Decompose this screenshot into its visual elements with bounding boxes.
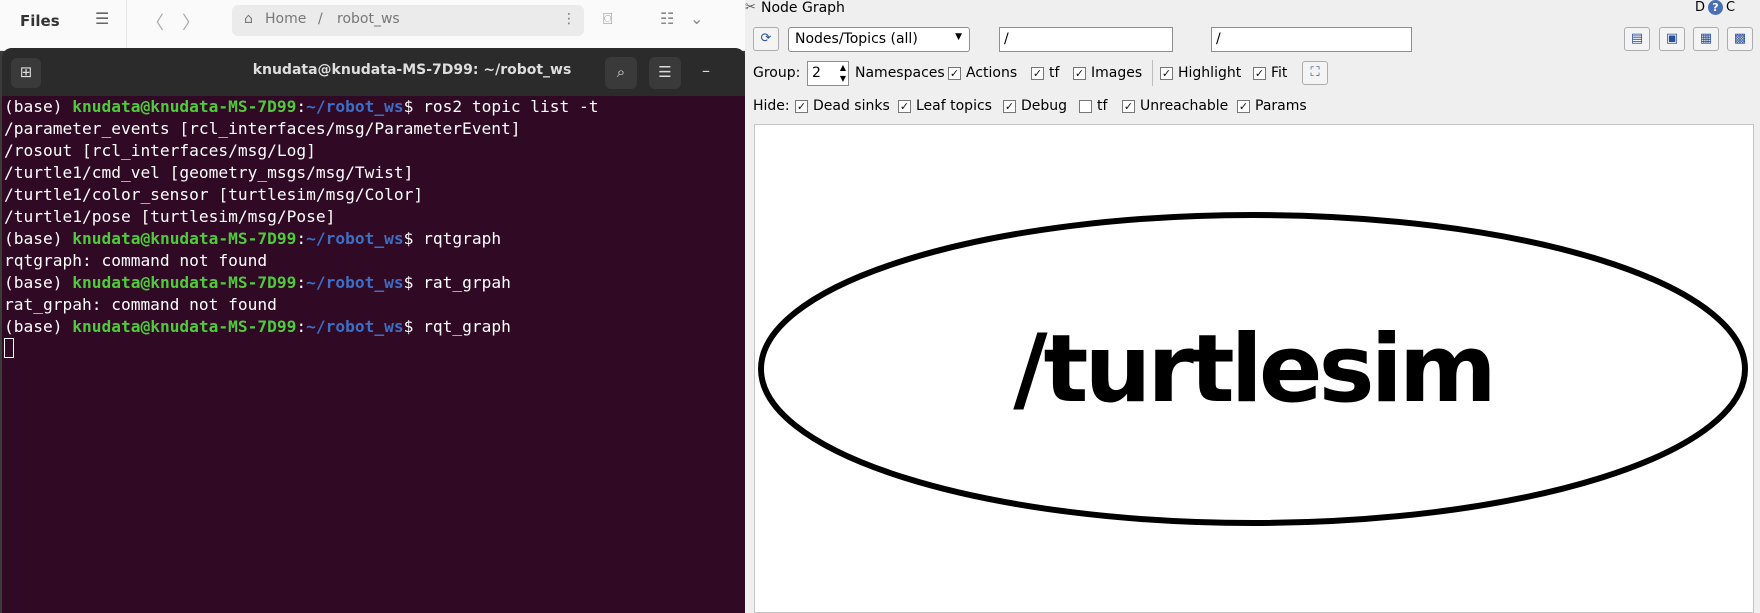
leaf-topics-checkbox[interactable]: ✓ (898, 100, 911, 113)
hide-tf-label: tf (1097, 98, 1108, 114)
unreachable-label: Unreachable (1140, 98, 1229, 114)
files-divider (126, 0, 127, 50)
graph-canvas[interactable]: /turtlesim (754, 124, 1754, 613)
back-icon[interactable]: 〈 (146, 9, 164, 35)
load-dot-icon[interactable]: ▤ (1624, 27, 1650, 51)
actions-label: Actions (966, 65, 1018, 81)
save-svg-icon[interactable]: ▦ (1693, 27, 1719, 51)
close-button[interactable]: C (1726, 0, 1735, 15)
spin-arrows-icon[interactable]: ▲ ▼ (840, 62, 846, 84)
highlight-label: Highlight (1178, 65, 1242, 81)
group-spinbox[interactable]: 2 ▲ ▼ (807, 61, 849, 86)
images-label: Images (1091, 65, 1143, 81)
terminal-line: /parameter_events [rcl_interfaces/msg/Pa… (4, 119, 521, 138)
fit-in-view-icon[interactable]: ⛶ (1302, 61, 1328, 85)
menu-icon[interactable]: ☰ (649, 57, 681, 89)
chevron-down-icon[interactable]: ⌄ (690, 9, 703, 28)
topic-filter-input[interactable]: / (1211, 27, 1412, 52)
terminal-line: (base) knudata@knudata-MS-7D99:~/robot_w… (4, 273, 511, 292)
namespaces-checkbox[interactable]: ✓ (948, 67, 961, 80)
dock-button[interactable]: D (1695, 0, 1705, 15)
path-home[interactable]: Home (265, 11, 306, 27)
mode-select[interactable]: Nodes/Topics (all) ▼ (788, 27, 970, 52)
forward-icon[interactable]: 〉 (182, 9, 200, 35)
params-label: Params (1255, 98, 1307, 114)
terminal-header: ⊞ knudata@knudata-MS-7D99: ~/robot_ws ⌕ … (2, 48, 745, 96)
terminal-line: /turtle1/pose [turtlesim/msg/Pose] (4, 207, 336, 226)
camera-icon[interactable]: ⌼ (603, 9, 613, 29)
path-folder[interactable]: robot_ws (337, 11, 400, 27)
terminal-line: (base) knudata@knudata-MS-7D99:~/robot_w… (4, 229, 502, 248)
turtlesim-node-label: /turtlesim (1013, 315, 1493, 424)
minimize-icon[interactable]: – (702, 61, 710, 80)
dead-sinks-checkbox[interactable]: ✓ (795, 100, 808, 113)
refresh-icon[interactable]: ⟳ (753, 27, 779, 51)
list-view-icon[interactable]: ☷ (660, 9, 674, 28)
terminal-line: rqtgraph: command not found (4, 251, 268, 270)
tf-label: tf (1049, 65, 1060, 81)
node-graph-window: ✂ Node Graph D ? C ⟳ Nodes/Topics (all) … (745, 0, 1760, 613)
toolbar-divider (1152, 60, 1153, 86)
terminal-line (4, 338, 599, 360)
hide-label: Hide: (753, 98, 790, 114)
path-separator: / (318, 11, 323, 27)
node-filter-input[interactable]: / (999, 27, 1173, 52)
debug-checkbox[interactable]: ✓ (1003, 100, 1016, 113)
terminal-line: (base) knudata@knudata-MS-7D99:~/robot_w… (4, 317, 511, 336)
leaf-topics-label: Leaf topics (916, 98, 992, 114)
fit-label: Fit (1271, 65, 1288, 81)
namespaces-label: Namespaces (855, 65, 945, 81)
home-icon: ⌂ (244, 11, 253, 27)
terminal-line: /turtle1/color_sensor [turtlesim/msg/Col… (4, 185, 424, 204)
terminal-window[interactable]: ⊞ knudata@knudata-MS-7D99: ~/robot_ws ⌕ … (2, 48, 745, 613)
plugin-icon: ✂ (745, 0, 756, 15)
files-title: Files (20, 12, 60, 30)
save-dot-icon[interactable]: ▣ (1659, 27, 1685, 51)
highlight-checkbox[interactable]: ✓ (1160, 67, 1173, 80)
path-bar[interactable]: ⌂ Home / robot_ws ⋮ (232, 5, 584, 36)
terminal-line: (base) knudata@knudata-MS-7D99:~/robot_w… (4, 97, 599, 116)
terminal-cursor (4, 338, 14, 358)
tf-checkbox[interactable]: ✓ (1031, 67, 1044, 80)
images-checkbox[interactable]: ✓ (1073, 67, 1086, 80)
node-graph-title: Node Graph (761, 0, 845, 16)
debug-label: Debug (1021, 98, 1068, 114)
group-label: Group: (753, 65, 801, 81)
group-value: 2 (812, 65, 821, 81)
files-window: Files ☰ 〈 〉 ⌂ Home / robot_ws ⋮ ⌼ ☷ ⌄ (0, 0, 745, 51)
terminal-line: rat_grpah: command not found (4, 295, 277, 314)
terminal-line: /rosout [rcl_interfaces/msg/Log] (4, 141, 316, 160)
help-icon[interactable]: ? (1708, 0, 1723, 15)
combo-arrow-icon: ▼ (955, 32, 962, 42)
save-image-icon[interactable]: ▩ (1727, 27, 1753, 51)
hide-tf-checkbox[interactable] (1079, 100, 1092, 113)
mode-select-value: Nodes/Topics (all) (795, 31, 918, 47)
unreachable-checkbox[interactable]: ✓ (1122, 100, 1135, 113)
terminal-line: /turtle1/cmd_vel [geometry_msgs/msg/Twis… (4, 163, 414, 182)
node-graph-titlebar: ✂ Node Graph D ? C (745, 0, 1760, 18)
params-checkbox[interactable]: ✓ (1237, 100, 1250, 113)
dead-sinks-label: Dead sinks (813, 98, 890, 114)
search-icon[interactable]: ⌕ (605, 57, 637, 89)
fit-checkbox[interactable]: ✓ (1253, 67, 1266, 80)
path-more-icon[interactable]: ⋮ (562, 11, 576, 27)
terminal-output[interactable]: (base) knudata@knudata-MS-7D99:~/robot_w… (4, 96, 599, 360)
graph-svg: /turtlesim (758, 212, 1748, 526)
files-menu-icon[interactable]: ☰ (95, 9, 109, 28)
